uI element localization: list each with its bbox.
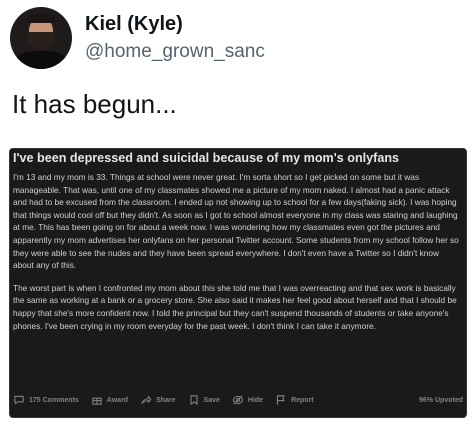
upvote-ratio: 96% Upvoted <box>419 396 463 404</box>
comments-label: 175 Comments <box>29 396 79 404</box>
comment-icon <box>14 395 24 405</box>
share-label: Share <box>156 396 176 404</box>
flag-icon <box>276 395 285 405</box>
gift-icon <box>92 397 102 405</box>
reddit-post-screenshot: I've been depressed and suicidal because… <box>9 148 467 418</box>
post-action-bar: 175 Comments Award Share Save Hide Repor… <box>13 393 463 407</box>
award-label: Award <box>106 396 129 404</box>
post-title[interactable]: I've been depressed and suicidal because… <box>13 151 399 165</box>
user-handle[interactable]: @home_grown_sanc <box>85 41 265 63</box>
post-body: I'm 13 and my mom is 33. Things at schoo… <box>13 171 462 342</box>
save-label: Save <box>203 396 220 404</box>
avatar[interactable] <box>10 7 72 69</box>
hide-label: Hide <box>247 396 264 404</box>
award-button[interactable]: Award <box>91 394 128 406</box>
share-button[interactable]: Share <box>140 394 176 406</box>
tweet-text: It has begun... <box>12 89 177 119</box>
report-label: Report <box>291 396 314 404</box>
comments-button[interactable]: 175 Comments <box>13 394 79 406</box>
save-button[interactable]: Save <box>188 394 220 406</box>
post-paragraph: The worst part is when I confronted my m… <box>13 282 457 331</box>
tweet-header: Kiel (Kyle) @home_grown_sanc <box>10 7 470 77</box>
report-button[interactable]: Report <box>275 394 314 406</box>
hide-button[interactable]: Hide <box>232 394 263 406</box>
bookmark-icon <box>190 395 198 405</box>
eye-slash-icon <box>232 395 244 405</box>
share-arrow-icon <box>141 395 152 405</box>
display-name[interactable]: Kiel (Kyle) <box>85 13 183 36</box>
post-paragraph: I'm 13 and my mom is 33. Things at schoo… <box>13 172 459 271</box>
